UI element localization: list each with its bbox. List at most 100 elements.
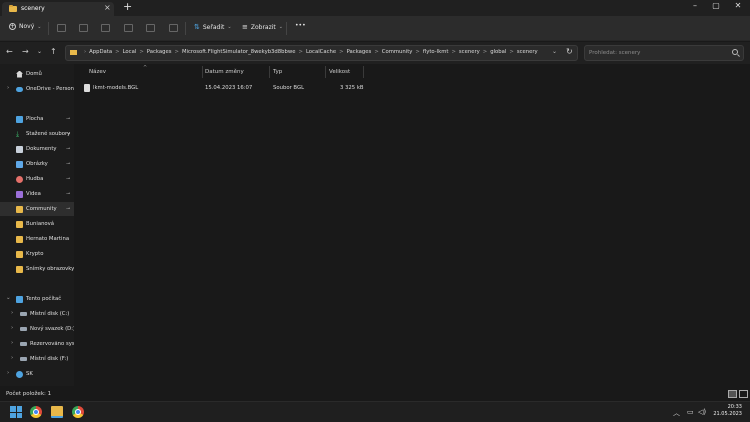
sidebar-item-community[interactable]: Community ⊸ — [0, 202, 74, 216]
address-bar[interactable]: › AppData > Local > Packages > Microsoft.Fl… — [65, 45, 578, 61]
sidebar-item-onedrive[interactable]: › OneDrive - Persona — [0, 82, 77, 96]
column-divider[interactable] — [202, 66, 203, 78]
column-header-date[interactable]: Datum změny — [205, 69, 244, 75]
breadcrumb-item[interactable]: Packages — [147, 49, 172, 55]
sidebar-item-reserved[interactable]: › Rezervováno syste — [0, 337, 74, 351]
sidebar-item-bunianova[interactable]: Bunianová — [0, 217, 74, 231]
sidebar-item-network[interactable]: › SK — [0, 367, 74, 381]
new-tab-button[interactable]: + — [123, 0, 132, 13]
column-divider[interactable] — [325, 66, 326, 78]
column-divider[interactable] — [269, 66, 270, 78]
sidebar-item-hernato-martina[interactable]: Hernato Martina — [0, 232, 74, 246]
pin-icon: ⊸ — [66, 205, 71, 212]
show-hidden-icons-button[interactable]: ︿ — [673, 408, 680, 418]
sidebar-item-videos[interactable]: Videa ⊸ — [0, 187, 74, 201]
sidebar-item-krypto[interactable]: Krypto — [0, 247, 74, 261]
videos-icon — [16, 190, 23, 198]
tiles-view-button[interactable] — [739, 390, 748, 398]
breadcrumb-item[interactable]: Microsoft.FlightSimulator_8wekyb3d8bbwe — [182, 49, 296, 55]
breadcrumb-item[interactable]: Packages — [347, 49, 372, 55]
breadcrumb-separator: > — [509, 49, 514, 55]
sidebar-item-label: Rezervováno syste — [30, 340, 74, 347]
folder-icon — [9, 4, 17, 12]
drive-icon — [20, 312, 27, 316]
column-header-size[interactable]: Velikost — [329, 69, 350, 75]
sidebar-item-desktop[interactable]: Plocha ⊸ — [0, 112, 74, 126]
toolbar-divider — [286, 22, 287, 35]
view-button[interactable]: ≡ Zobrazit ⌄ — [242, 23, 283, 31]
tab-close-button[interactable]: × — [104, 3, 111, 12]
sidebar-item-music[interactable]: Hudba ⊸ — [0, 172, 74, 186]
tab-title: scenery — [21, 5, 45, 12]
cut-icon[interactable] — [57, 24, 66, 32]
breadcrumb-separator: > — [339, 49, 344, 55]
sidebar-item-drive-d[interactable]: › Nový svazek (D:) — [0, 322, 75, 336]
address-dropdown-button[interactable]: ⌄ — [552, 48, 557, 55]
rename-icon[interactable] — [124, 24, 133, 32]
maximize-button[interactable]: ▢ — [709, 1, 723, 10]
sort-icon: ⇅ — [194, 23, 200, 31]
sidebar-item-screenshots[interactable]: Snímky obrazovky — [0, 262, 74, 276]
drive-icon — [20, 327, 27, 331]
share-icon[interactable] — [146, 24, 155, 32]
breadcrumb-item[interactable]: Community — [382, 49, 413, 55]
clock[interactable]: 20:33 21.05.2023 — [712, 404, 742, 418]
breadcrumb-separator: > — [298, 49, 303, 55]
breadcrumb-item[interactable]: AppData — [89, 49, 112, 55]
details-view-button[interactable] — [728, 390, 737, 398]
paste-icon[interactable] — [101, 24, 110, 32]
breadcrumb-item[interactable]: flyto-lkmt — [423, 49, 449, 55]
more-options-button[interactable]: ••• — [295, 22, 306, 29]
breadcrumb-item[interactable]: scenery — [517, 49, 538, 55]
sidebar-item-downloads[interactable]: ⤓ Stažené soubory ⊸ — [0, 127, 74, 141]
start-icon[interactable] — [10, 406, 22, 418]
table-row[interactable]: lkmt-models.BGL 15.04.2023 16:07 Soubor … — [80, 82, 370, 94]
toolbar-divider — [48, 22, 49, 35]
sidebar-item-this-pc[interactable]: ⌄ Tento počítač — [0, 292, 74, 306]
chrome-icon[interactable] — [72, 406, 84, 418]
breadcrumb-item[interactable]: Local — [123, 49, 137, 55]
breadcrumb-separator: › — [84, 49, 87, 55]
folder-icon — [16, 265, 23, 273]
sidebar-item-label: Místní disk (F:) — [30, 355, 69, 362]
back-button[interactable]: ← — [6, 47, 13, 56]
sidebar-item-drive-c[interactable]: › Místní disk (C:) — [0, 307, 74, 321]
chevron-right-icon: › — [11, 325, 14, 331]
minimize-button[interactable]: – — [688, 1, 702, 10]
network-icon[interactable]: ▭ — [687, 408, 694, 416]
chrome-icon[interactable] — [30, 406, 42, 418]
search-input[interactable]: Prohledat: scenery — [584, 45, 744, 61]
pin-icon: ⊸ — [66, 115, 71, 122]
sort-button[interactable]: ⇅ Seřadit ⌄ — [194, 23, 232, 31]
recent-locations-button[interactable]: ⌄ — [37, 48, 42, 55]
up-button[interactable]: ↑ — [50, 47, 57, 56]
sidebar-item-pictures[interactable]: Obrázky ⊸ — [0, 157, 74, 171]
sidebar-item-documents[interactable]: Dokumenty ⊸ — [0, 142, 74, 156]
column-divider[interactable] — [363, 66, 364, 78]
refresh-button[interactable]: ↻ — [566, 47, 573, 56]
close-window-button[interactable]: ✕ — [731, 1, 745, 10]
chevron-right-icon: › — [7, 85, 10, 91]
copy-icon[interactable] — [79, 24, 88, 32]
chevron-down-icon: ⌄ — [6, 295, 11, 301]
breadcrumb-item[interactable]: scenery — [459, 49, 480, 55]
new-button[interactable]: + Nový ⌄ — [9, 23, 41, 30]
breadcrumb-separator: > — [451, 49, 456, 55]
sidebar-item-drive-f[interactable]: › Místní disk (F:) — [0, 352, 74, 366]
delete-icon[interactable] — [169, 24, 178, 32]
tab-scenery[interactable]: scenery × — [2, 2, 114, 16]
breadcrumb-separator: > — [415, 49, 420, 55]
file-explorer-icon[interactable] — [51, 406, 63, 418]
sidebar-item-label: Krypto — [26, 250, 44, 257]
volume-icon[interactable]: ◁) — [698, 408, 706, 416]
breadcrumb-item[interactable]: global — [490, 49, 506, 55]
pictures-icon — [16, 160, 23, 168]
toolbar-divider — [185, 22, 186, 35]
sort-button-label: Seřadit — [202, 23, 225, 31]
column-header-type[interactable]: Typ — [273, 69, 282, 75]
command-bar: + Nový ⌄ ⇅ Seřadit ⌄ ≡ Zobrazit ⌄ ••• — [0, 16, 750, 41]
column-header-name[interactable]: Název — [89, 69, 106, 75]
sidebar-item-home[interactable]: Domů — [0, 67, 74, 81]
forward-button[interactable]: → — [22, 47, 29, 56]
breadcrumb-item[interactable]: LocalCache — [306, 49, 336, 55]
